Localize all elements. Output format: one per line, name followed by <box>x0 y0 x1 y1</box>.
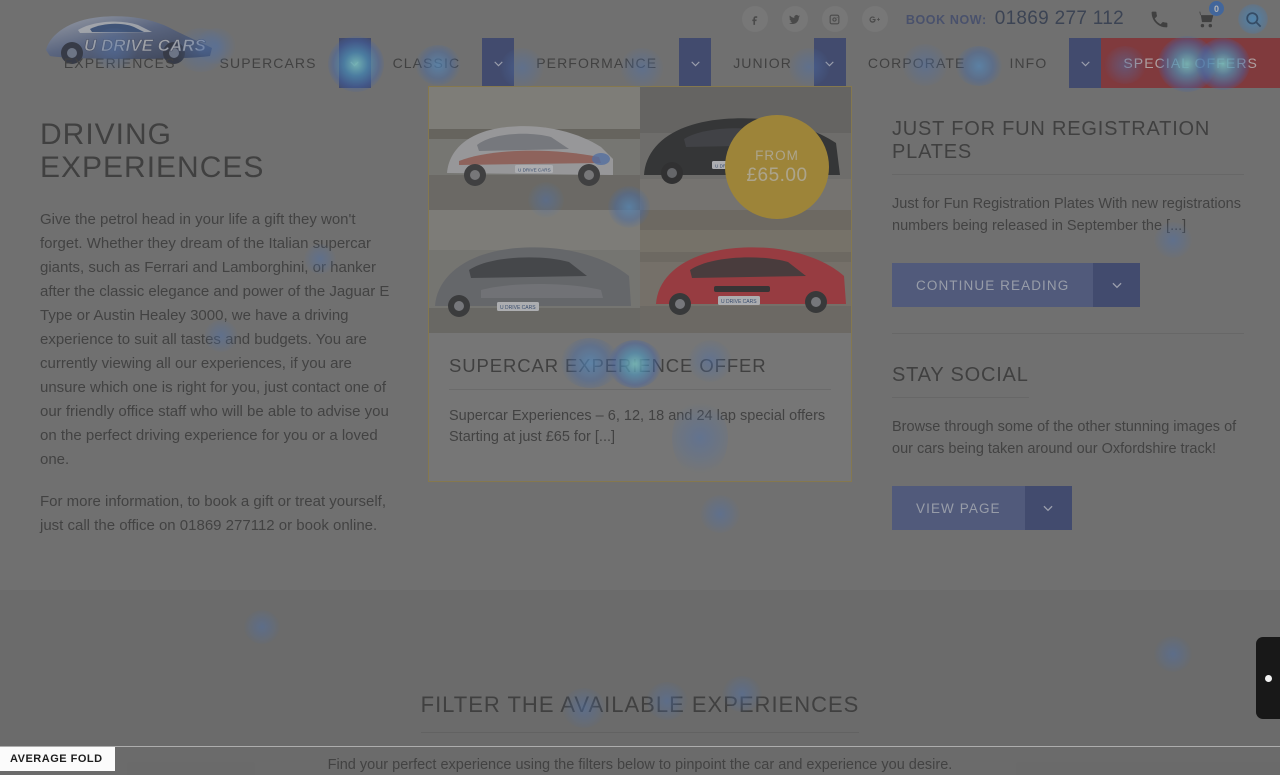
svg-text:U DRIVE CARS: U DRIVE CARS <box>518 168 551 173</box>
continue-reading-button-group[interactable]: CONTINUE READING <box>892 263 1141 307</box>
nav-item-info[interactable]: INFO <box>987 38 1069 88</box>
heat-blob <box>700 495 740 533</box>
feedback-tab-dot <box>1264 674 1272 682</box>
sidebar-widgets: JUST FOR FUN REGISTRATION PLATES Just fo… <box>892 118 1244 556</box>
chevron-down-icon[interactable] <box>338 38 371 88</box>
chevron-down-icon[interactable] <box>813 38 846 88</box>
nav-item-performance[interactable]: PERFORMANCE <box>514 38 679 88</box>
book-now: BOOK NOW: 01869 277 112 <box>906 8 1124 30</box>
page-title: DRIVING EXPERIENCES <box>40 118 265 184</box>
price-badge: FROM £65.00 <box>725 115 829 219</box>
chevron-down-icon[interactable] <box>679 38 712 88</box>
nav-item-classic[interactable]: CLASSIC <box>371 38 483 88</box>
continue-reading-button[interactable]: CONTINUE READING <box>892 263 1094 307</box>
feedback-tab[interactable] <box>1256 637 1280 719</box>
thumb-grey-aston: U DRIVE CARS <box>429 210 640 333</box>
intro-column: DRIVING EXPERIENCES Give the petrol head… <box>40 118 392 556</box>
widget-title: JUST FOR FUN REGISTRATION PLATES <box>892 118 1244 175</box>
thumb-silver-ferrari: U DRIVE CARS <box>429 87 640 210</box>
filter-heading: FILTER THE AVAILABLE EXPERIENCES <box>0 692 1280 733</box>
top-utility-bar: BOOK NOW: 01869 277 112 0 <box>0 0 1280 38</box>
widget-title: STAY SOCIAL <box>892 364 1029 398</box>
header-icons: 0 <box>1146 1 1268 34</box>
intro-paragraph-1: Give the petrol head in your life a gift… <box>40 211 390 468</box>
svg-text:U DRIVE CARS: U DRIVE CARS <box>721 299 757 305</box>
view-page-button[interactable]: VIEW PAGE <box>892 486 1025 530</box>
facebook-icon[interactable] <box>741 6 768 32</box>
filter-heading-text: FILTER THE AVAILABLE EXPERIENCES <box>420 692 860 733</box>
social-links <box>741 6 888 32</box>
filter-section: FILTER THE AVAILABLE EXPERIENCES Find yo… <box>0 590 1280 775</box>
offer-card-excerpt: Supercar Experiences – 6, 12, 18 and 24 … <box>449 408 826 445</box>
offer-card-body: SUPERCAR EXPERIENCE OFFER Supercar Exper… <box>429 333 851 448</box>
cart-count-badge: 0 <box>1209 1 1224 16</box>
price-badge-amount: £65.00 <box>746 164 808 186</box>
intro-paragraph-2: For more information, to book a gift or … <box>40 493 386 534</box>
widget-stay-social: STAY SOCIAL Browse through some of the o… <box>892 333 1244 556</box>
nav-item-corporate[interactable]: CORPORATE <box>846 38 988 88</box>
chevron-down-icon[interactable] <box>1069 38 1102 88</box>
page-root: U DRIVE CARS BOOK NOW: 01869 277 112 0 E… <box>0 0 1280 775</box>
chevron-down-icon[interactable] <box>482 38 515 88</box>
main-navigation: EXPERIENCES SUPERCARS CLASSIC PERFORMANCE JU… <box>0 38 1280 88</box>
googleplus-icon[interactable] <box>861 6 888 32</box>
twitter-icon[interactable] <box>781 6 808 32</box>
widget-text: Just for Fun Registration Plates With ne… <box>892 196 1241 234</box>
svg-text:U DRIVE CARS: U DRIVE CARS <box>500 305 536 311</box>
nav-item-special-offers[interactable]: SPECIAL OFFERS <box>1101 38 1280 88</box>
view-page-button-group[interactable]: VIEW PAGE <box>892 486 1072 530</box>
book-now-label: BOOK NOW: <box>905 13 987 27</box>
cart-icon[interactable]: 0 <box>1192 1 1224 32</box>
search-icon[interactable] <box>1238 4 1268 34</box>
offer-card-image-grid[interactable]: U DRIVE CARS U DRIVE CARS <box>429 87 851 333</box>
chevron-down-icon[interactable] <box>1024 486 1072 530</box>
nav-item-junior[interactable]: JUNIOR <box>711 38 814 88</box>
fold-line <box>0 746 1280 747</box>
widget-registration-plates: JUST FOR FUN REGISTRATION PLATES Just fo… <box>892 118 1244 333</box>
phone-number[interactable]: 01869 277 112 <box>995 8 1124 30</box>
filter-subheading: Find your perfect experience using the f… <box>327 757 953 773</box>
chevron-down-icon[interactable] <box>1093 263 1141 307</box>
average-fold-badge: AVERAGE FOLD <box>0 747 115 771</box>
nav-item-supercars[interactable]: SUPERCARS <box>198 38 339 88</box>
phone-icon[interactable] <box>1146 6 1172 32</box>
nav-item-experiences[interactable]: EXPERIENCES <box>42 38 198 88</box>
offer-card-title[interactable]: SUPERCAR EXPERIENCE OFFER <box>449 355 831 390</box>
thumb-red-audi: U DRIVE CARS <box>640 210 851 333</box>
price-badge-label: FROM <box>755 147 799 163</box>
offer-card[interactable]: U DRIVE CARS U DRIVE CARS <box>428 86 852 482</box>
instagram-icon[interactable] <box>821 6 848 32</box>
widget-text: Browse through some of the other stunnin… <box>892 419 1237 457</box>
